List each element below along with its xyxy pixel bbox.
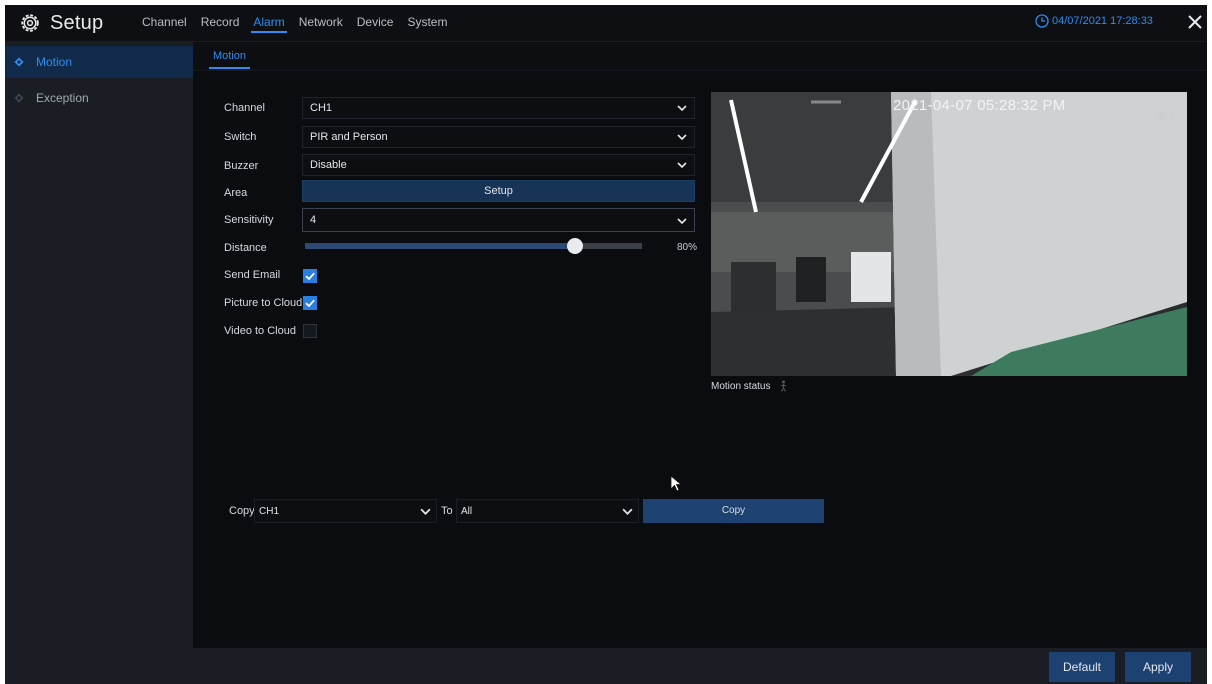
check-icon	[305, 272, 315, 281]
sidebar: Motion Exception	[5, 42, 193, 684]
chevron-down-icon	[677, 134, 687, 141]
diamond-icon	[14, 93, 24, 103]
copy-label: Copy	[229, 505, 255, 517]
tab-network[interactable]: Network	[292, 5, 350, 31]
switch-select[interactable]: PIR and Person	[302, 126, 695, 148]
copy-to-value: All	[461, 506, 473, 517]
channel-value: CH1	[310, 102, 333, 114]
mouse-cursor-icon	[670, 475, 682, 492]
diamond-icon	[14, 57, 24, 67]
chevron-down-icon	[622, 508, 633, 515]
system-clock: 04/07/2021 17:28:33	[1035, 14, 1153, 28]
sensitivity-label: Sensitivity	[224, 214, 274, 226]
sub-tab-bar: Motion	[193, 42, 1207, 71]
chevron-down-icon	[677, 218, 687, 225]
apply-button[interactable]: Apply	[1125, 652, 1191, 682]
sidebar-item-label: Motion	[36, 55, 73, 69]
tab-channel[interactable]: Channel	[135, 5, 194, 31]
copy-from-select[interactable]: CH1	[254, 499, 437, 523]
slider-fill	[305, 243, 575, 249]
buzzer-value: Disable	[310, 159, 347, 171]
distance-slider[interactable]	[305, 238, 642, 254]
sensitivity-select[interactable]: 4	[302, 208, 695, 232]
top-bar: Setup Channel Record Alarm Network Devic…	[5, 5, 1207, 42]
signal-icon	[1156, 111, 1174, 121]
send-email-checkbox[interactable]	[303, 269, 317, 283]
main-nav: Channel Record Alarm Network Device Syst…	[135, 5, 454, 41]
channel-label: Channel	[224, 102, 265, 114]
switch-label: Switch	[224, 131, 257, 143]
area-setup-button[interactable]: Setup	[302, 180, 695, 202]
person-icon	[781, 380, 786, 392]
tab-motion[interactable]: Motion	[207, 42, 252, 69]
buzzer-label: Buzzer	[224, 160, 259, 172]
app-window: Setup Channel Record Alarm Network Devic…	[5, 5, 1207, 684]
chevron-down-icon	[677, 162, 687, 169]
buzzer-select[interactable]: Disable	[302, 154, 695, 176]
clock-text: 04/07/2021 17:28:33	[1052, 15, 1153, 27]
tab-system[interactable]: System	[400, 5, 454, 31]
sidebar-item-label: Exception	[36, 91, 89, 105]
slider-handle[interactable]	[566, 238, 583, 254]
sidebar-item-motion[interactable]: Motion	[5, 46, 193, 78]
tab-alarm[interactable]: Alarm	[246, 5, 291, 33]
camera-preview	[711, 92, 1187, 376]
copy-button[interactable]: Copy	[643, 499, 824, 523]
picture-to-cloud-label: Picture to Cloud	[224, 297, 303, 309]
distance-label: Distance	[224, 242, 267, 254]
motion-status-label: Motion status	[711, 381, 771, 392]
close-icon[interactable]	[1186, 13, 1204, 31]
video-to-cloud-label: Video to Cloud	[224, 325, 296, 337]
send-email-label: Send Email	[224, 269, 281, 281]
default-button[interactable]: Default	[1049, 652, 1115, 682]
distance-value: 80%	[677, 242, 698, 253]
osd-timestamp: 2021-04-07 05:28:32 PM	[893, 97, 1066, 114]
copy-from-value: CH1	[259, 506, 280, 517]
copy-to-label: To	[441, 505, 453, 517]
sensitivity-value: 4	[310, 214, 317, 226]
tab-record[interactable]: Record	[194, 5, 247, 31]
brand: Setup	[19, 10, 103, 36]
channel-select[interactable]: CH1	[302, 97, 695, 119]
switch-value: PIR and Person	[310, 131, 388, 143]
chevron-down-icon	[677, 105, 687, 112]
copy-to-select[interactable]: All	[456, 499, 639, 523]
chevron-down-icon	[420, 508, 431, 515]
check-icon	[305, 299, 315, 308]
tab-device[interactable]: Device	[350, 5, 401, 31]
picture-to-cloud-checkbox[interactable]	[303, 296, 317, 310]
app-title: Setup	[50, 11, 104, 34]
camera-image	[711, 92, 1187, 376]
area-label: Area	[224, 187, 248, 199]
video-to-cloud-checkbox[interactable]	[303, 324, 317, 338]
sidebar-item-exception[interactable]: Exception	[5, 82, 193, 114]
clock-icon	[1035, 14, 1049, 28]
gear-icon	[21, 14, 39, 32]
